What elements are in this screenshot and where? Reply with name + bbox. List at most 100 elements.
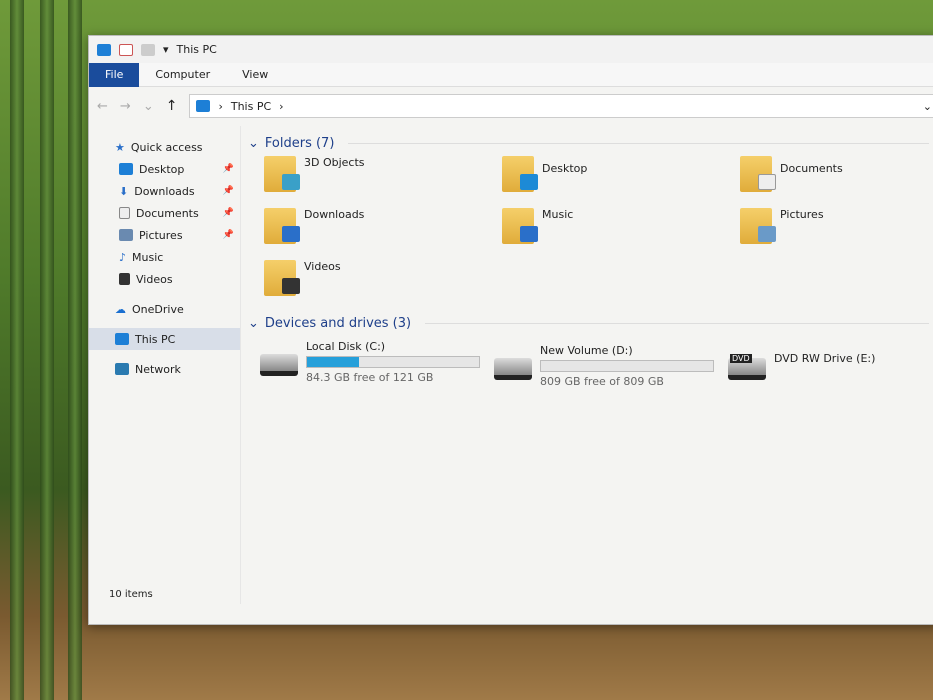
chevron-down-icon[interactable]: ⌄ (923, 100, 932, 113)
folder-label: Downloads (304, 208, 365, 221)
desktop-folder-icon (502, 156, 538, 192)
pin-icon[interactable]: 📌 (223, 186, 234, 196)
folder-3d-objects[interactable]: 3D Objects (264, 156, 502, 202)
sidebar-item-quick-access[interactable]: ★ Quick access (89, 136, 240, 158)
sidebar-item-label: Documents (136, 206, 199, 220)
pin-icon[interactable]: 📌 (223, 164, 234, 174)
folder-desktop[interactable]: Desktop (502, 156, 740, 202)
sidebar-item-network[interactable]: Network (89, 358, 240, 380)
drive-usage-fill (307, 357, 359, 367)
folder-documents[interactable]: Documents (740, 156, 933, 202)
sidebar-item-label: Pictures (139, 228, 183, 242)
drives-group-header[interactable]: ⌄ Devices and drives (3) (244, 310, 933, 336)
recent-chevron-icon[interactable]: ⌄ (143, 99, 154, 114)
hard-drive-icon (494, 358, 532, 380)
videos-folder-icon (264, 260, 300, 296)
sidebar-item-downloads[interactable]: ⬇ Downloads 📌 (89, 180, 240, 202)
drive-usage-bar (540, 360, 714, 372)
back-icon[interactable]: ← (97, 99, 108, 114)
drives-list: Local Disk (C:) 84.3 GB free of 121 GB N… (244, 340, 933, 388)
computer-icon (115, 333, 129, 345)
folder-label: Desktop (542, 162, 588, 175)
folder-label: Pictures (780, 208, 824, 221)
forward-icon[interactable]: → (120, 99, 131, 114)
group-title: Folders (7) (264, 135, 335, 151)
up-icon[interactable]: ↑ (166, 98, 178, 114)
chevron-down-icon[interactable]: ⌄ (248, 136, 259, 151)
document-icon (119, 207, 130, 219)
navigation-pane: ★ Quick access Desktop 📌 ⬇ Downloads 📌 Docum… (89, 126, 241, 604)
pin-icon[interactable]: 📌 (223, 208, 234, 218)
chevron-right-icon[interactable]: › (218, 100, 222, 113)
customize-quick-access-icon[interactable]: ▾ (163, 43, 169, 56)
drive-label: New Volume (D:) (540, 344, 633, 357)
tab-view[interactable]: View (226, 63, 284, 87)
drive-usage-bar (306, 356, 480, 368)
pictures-icon (119, 229, 133, 241)
sidebar-item-desktop[interactable]: Desktop 📌 (89, 158, 240, 180)
folder-downloads[interactable]: Downloads (264, 208, 502, 254)
folder-label: Videos (304, 260, 341, 273)
dvd-badge: DVD (730, 354, 752, 363)
sidebar-item-videos[interactable]: Videos (89, 268, 240, 290)
folder-music[interactable]: Music (502, 208, 740, 254)
breadcrumb-this-pc[interactable]: This PC (231, 100, 271, 113)
folder-label: Music (542, 208, 574, 221)
desktop-icon (119, 163, 133, 175)
ribbon-tabs: File Computer View (89, 62, 933, 87)
drive-free-space: 84.3 GB free of 121 GB (306, 371, 434, 384)
drive-free-space: 809 GB free of 809 GB (540, 375, 664, 388)
title-bar: ▾ This PC (89, 36, 933, 63)
documents-folder-icon (740, 156, 776, 192)
pin-icon[interactable]: 📌 (223, 230, 234, 240)
sidebar-item-music[interactable]: ♪ Music (89, 246, 240, 268)
folders-group-header[interactable]: ⌄ Folders (7) (244, 130, 933, 156)
windows-drive-icon (260, 354, 298, 376)
sidebar-item-label: This PC (135, 332, 176, 346)
folders-grid: 3D Objects Desktop Documents Downloads M… (244, 156, 933, 306)
window-title: This PC (176, 43, 217, 56)
sidebar-item-documents[interactable]: Documents 📌 (89, 202, 240, 224)
drive-d[interactable]: New Volume (D:) 809 GB free of 809 GB (494, 344, 714, 388)
sidebar-item-label: Quick access (130, 140, 203, 154)
drive-label: Local Disk (C:) (306, 340, 386, 353)
tab-file[interactable]: File (89, 62, 140, 87)
tab-computer[interactable]: Computer (139, 63, 226, 87)
cloud-icon: ☁ (115, 302, 126, 316)
folder-label: 3D Objects (304, 156, 365, 169)
computer-icon (97, 43, 111, 56)
sidebar-item-label: Music (132, 250, 164, 264)
sidebar-item-label: Desktop (139, 162, 185, 176)
drive-label: DVD RW Drive (E:) (774, 352, 876, 365)
videos-icon (119, 273, 130, 285)
3d-objects-folder-icon (264, 156, 300, 192)
new-folder-icon[interactable] (141, 43, 155, 56)
chevron-down-icon[interactable]: ⌄ (248, 316, 259, 331)
sidebar-item-onedrive[interactable]: ☁ OneDrive (89, 298, 240, 320)
group-title: Devices and drives (3) (264, 315, 412, 331)
dvd-drive-icon: DVD (728, 354, 766, 380)
drive-c[interactable]: Local Disk (C:) 84.3 GB free of 121 GB (260, 340, 480, 388)
pictures-folder-icon (740, 208, 776, 244)
sidebar-item-label: Network (135, 362, 181, 376)
sidebar-item-this-pc[interactable]: This PC (89, 328, 240, 350)
content-pane: ⌄ Folders (7) 3D Objects Desktop Document… (244, 126, 933, 604)
sidebar-item-pictures[interactable]: Pictures 📌 (89, 224, 240, 246)
folder-videos[interactable]: Videos (264, 260, 502, 306)
music-icon: ♪ (119, 250, 127, 264)
computer-icon (196, 100, 211, 112)
music-folder-icon (502, 208, 538, 244)
address-bar[interactable]: › This PC › ⌄ (189, 94, 933, 118)
status-item-count: 10 items (109, 589, 153, 600)
drive-e[interactable]: DVD DVD RW Drive (E:) (728, 344, 933, 388)
chevron-right-icon[interactable]: › (279, 100, 283, 113)
folder-pictures[interactable]: Pictures (740, 208, 933, 254)
properties-icon[interactable] (119, 43, 133, 56)
sidebar-item-label: OneDrive (132, 302, 184, 316)
navigation-bar: ← → ⌄ ↑ › This PC › ⌄ (89, 91, 933, 121)
network-icon (115, 363, 129, 375)
sidebar-item-label: Videos (136, 272, 173, 286)
star-icon: ★ (115, 140, 125, 154)
file-explorer-window: ▾ This PC File Computer View ← → ⌄ ↑ › T… (88, 35, 933, 625)
download-icon: ⬇ (119, 184, 129, 198)
